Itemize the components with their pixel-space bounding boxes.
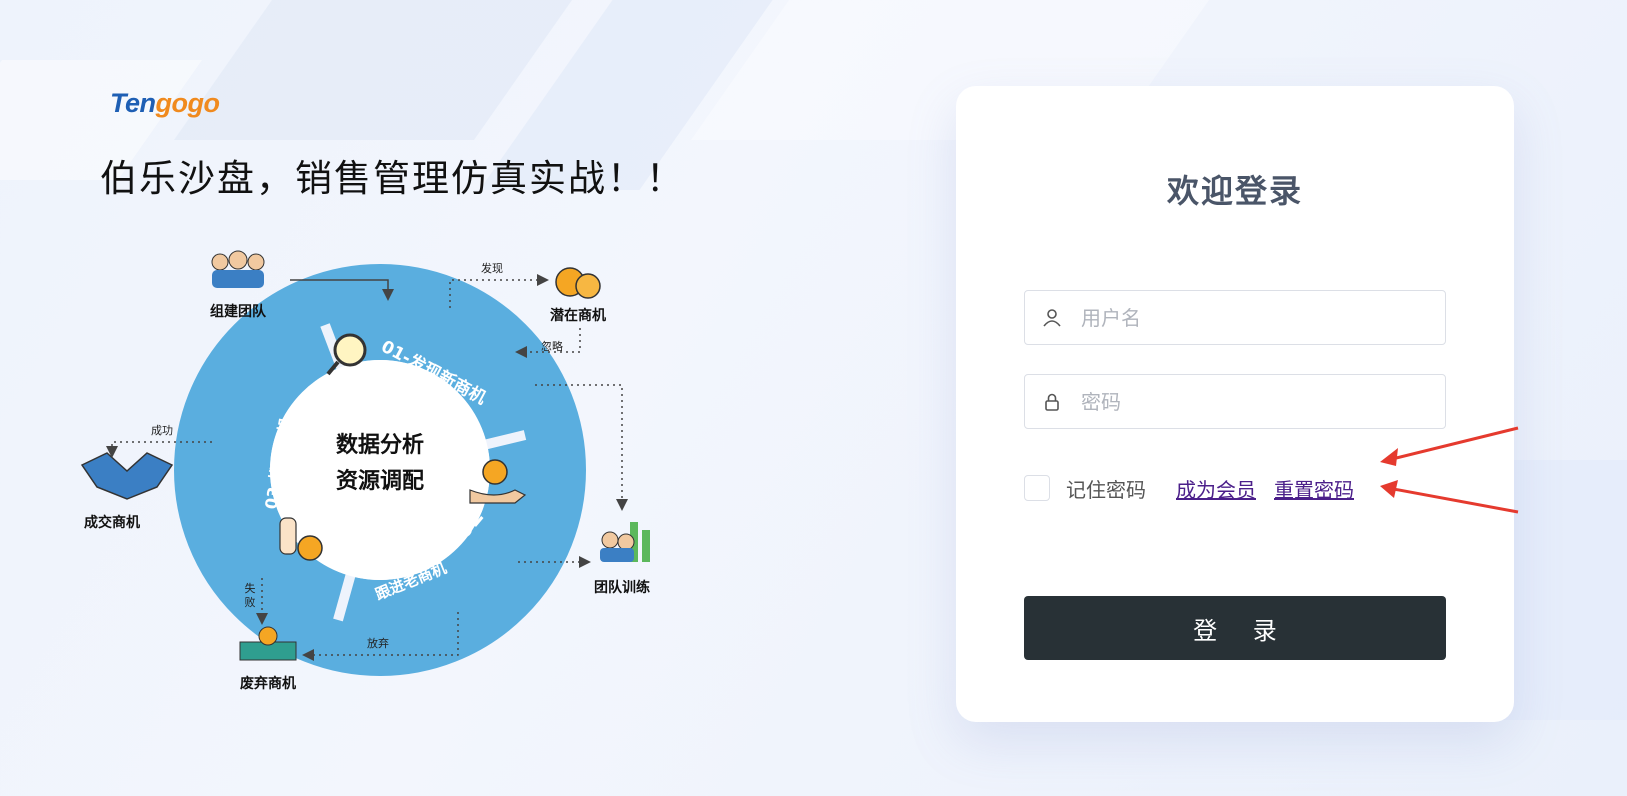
page-tagline: 伯乐沙盘，销售管理仿真实战！！ bbox=[100, 157, 685, 200]
login-button[interactable]: 登 录 bbox=[1024, 596, 1446, 660]
team-icon bbox=[600, 522, 650, 562]
node-abandoned: 废弃商机 bbox=[240, 675, 296, 692]
edge-label-discover: 发现 bbox=[481, 261, 503, 275]
password-input[interactable] bbox=[1079, 388, 1423, 415]
edge-label-abandon: 放弃 bbox=[367, 636, 389, 650]
reset-password-link[interactable]: 重置密码 bbox=[1274, 474, 1354, 503]
team-icon bbox=[211, 250, 265, 288]
red-arrow-icon bbox=[1380, 480, 1519, 514]
coin-icon bbox=[555, 267, 601, 299]
remember-checkbox[interactable] bbox=[1024, 475, 1050, 501]
sales-cycle-diagram: 数据分析 资源调配 01-发现新商机 跟进新商机 跟进老商机 02 03-推进商… bbox=[70, 240, 710, 740]
center-label-1: 数据分析 bbox=[336, 432, 424, 458]
center-label-2: 资源调配 bbox=[336, 469, 424, 494]
edge-label-fail-2: 败 bbox=[245, 595, 256, 609]
node-training: 团队训练 bbox=[594, 579, 650, 596]
node-potential: 潜在商机 bbox=[550, 307, 606, 324]
red-arrow-icon bbox=[1380, 426, 1519, 466]
brand-logo: Tengogo bbox=[110, 88, 220, 118]
login-title: 欢迎登录 bbox=[1166, 172, 1303, 210]
user-icon bbox=[1025, 308, 1079, 328]
edge-label-fail-1: 失 bbox=[245, 582, 256, 595]
lock-icon bbox=[1025, 392, 1079, 412]
remember-label: 记住密码 bbox=[1066, 477, 1146, 502]
login-card: 欢迎登录 记住密码 成为会员 重置密码 登 录 bbox=[956, 86, 1514, 722]
edge-label-ignore: 忽略 bbox=[541, 339, 563, 353]
annotation-arrows bbox=[1380, 426, 1519, 514]
handshake-icon bbox=[80, 452, 174, 500]
username-input[interactable] bbox=[1079, 304, 1423, 331]
edge-label-success: 成功 bbox=[151, 424, 173, 437]
bg-decoration bbox=[173, 0, 587, 140]
options-row: 记住密码 成为会员 重置密码 bbox=[1024, 470, 1354, 506]
node-deal: 成交商机 bbox=[84, 514, 140, 531]
node-team-build: 组建团队 bbox=[210, 303, 267, 320]
become-member-link[interactable]: 成为会员 bbox=[1176, 474, 1256, 503]
username-field[interactable] bbox=[1024, 290, 1446, 345]
